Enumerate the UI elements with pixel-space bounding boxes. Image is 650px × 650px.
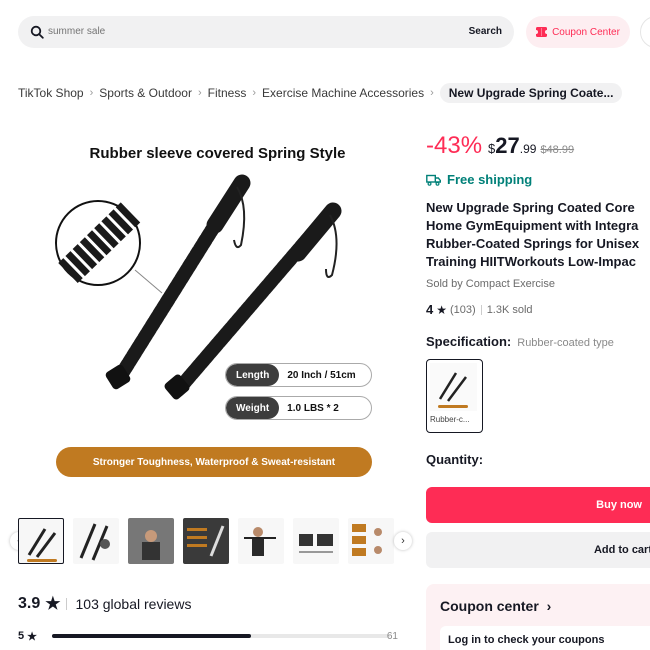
product-illustration — [55, 174, 342, 400]
truck-icon — [426, 174, 441, 186]
product-rating-row[interactable]: 4 ★ (103) 1.3K sold — [426, 302, 533, 317]
chevron-right-icon: › — [430, 87, 434, 99]
image-banner: Stronger Toughness, Waterproof & Sweat-r… — [56, 447, 372, 477]
search-bar[interactable]: Search — [18, 16, 514, 48]
thumbnail[interactable] — [73, 518, 119, 564]
breadcrumb-tiktok-shop[interactable]: TikTok Shop — [18, 86, 84, 100]
specification-value: Rubber-coated type — [517, 337, 614, 349]
product-rating: 4 — [426, 302, 434, 317]
coupon-icon — [536, 27, 548, 37]
review-summary: 3.9 ★ 103 global reviews — [18, 594, 191, 614]
product-title-line: Home GymEquipment with Integra — [426, 218, 639, 233]
price-row: -43% $ 27 .99 $48.99 — [426, 132, 574, 160]
free-shipping: Free shipping — [426, 172, 532, 187]
variant-option[interactable]: Rubber-c... — [426, 359, 483, 433]
rating-bar-star-label: 5 — [18, 630, 25, 642]
variant-thumbnail — [430, 363, 477, 411]
spec-weight: Weight 1.0 LBS * 2 — [225, 396, 372, 420]
divider — [65, 598, 67, 610]
breadcrumb-exercise-accessories[interactable]: Exercise Machine Accessories — [262, 86, 424, 100]
chevron-right-icon: › — [89, 87, 94, 99]
thumbnail[interactable] — [128, 518, 174, 564]
global-reviews-count: 103 global reviews — [75, 596, 192, 612]
coupon-panel-title: Coupon center — [440, 598, 539, 614]
spec-weight-value: 1.0 LBS * 2 — [287, 402, 339, 414]
product-title-line: Training HIITWorkouts Low-Impac — [426, 254, 636, 269]
specification-header: Specification: Rubber-coated type — [426, 334, 614, 349]
breadcrumb-sports-outdoor[interactable]: Sports & Outdoor — [99, 86, 192, 100]
average-rating: 3.9 — [18, 595, 41, 612]
rating-bar-track — [52, 634, 390, 638]
coupon-center-link[interactable]: Coupon center › — [440, 598, 551, 614]
breadcrumb-current: New Upgrade Spring Coate... — [439, 83, 623, 103]
star-icon: ★ — [27, 630, 37, 643]
chevron-right-icon: › — [197, 87, 202, 99]
breadcrumb: TikTok Shop › Sports & Outdoor › Fitness… — [18, 82, 623, 104]
coupon-panel: Coupon center › Log in to check your cou… — [426, 584, 650, 650]
breadcrumb-fitness[interactable]: Fitness — [208, 86, 247, 100]
specification-label: Specification: — [426, 334, 512, 349]
currency-symbol: $ — [488, 141, 496, 156]
product-title: New Upgrade Spring Coated Core Home GymE… — [426, 199, 650, 271]
review-count: (103) — [450, 303, 476, 316]
price-integer: 27 — [495, 133, 520, 158]
rating-bar-count: 61 — [386, 630, 398, 642]
search-icon — [30, 25, 44, 39]
star-icon: ★ — [45, 594, 61, 613]
thumbnail[interactable] — [348, 518, 394, 564]
coupon-center-label: Coupon Center — [552, 26, 620, 38]
divider — [480, 304, 482, 315]
thumbnail[interactable] — [18, 518, 64, 564]
coupon-login-prompt[interactable]: Log in to check your coupons — [440, 626, 650, 650]
product-main-image[interactable]: Rubber sleeve covered Spring Style Lengt… — [40, 135, 395, 490]
discount-badge: -43% — [426, 132, 483, 159]
spec-weight-key: Weight — [226, 397, 280, 419]
chevron-right-icon: › — [252, 87, 257, 99]
header-extra-button[interactable] — [640, 16, 650, 48]
seller-link[interactable]: Sold by Compact Exercise — [426, 278, 555, 290]
thumbnail[interactable] — [238, 518, 284, 564]
coupon-center-button[interactable]: Coupon Center — [526, 16, 630, 48]
original-price: $48.99 — [540, 144, 575, 156]
thumbnail[interactable] — [183, 518, 229, 564]
chevron-right-icon[interactable]: › — [394, 532, 412, 550]
product-title-line: New Upgrade Spring Coated Core — [426, 200, 635, 215]
spec-length-value: 20 Inch / 51cm — [287, 369, 356, 381]
add-to-cart-button[interactable]: Add to cart — [426, 532, 650, 568]
thumbnail[interactable] — [293, 518, 339, 564]
sold-count: 1.3K sold — [486, 303, 533, 316]
rating-bar-fill — [52, 634, 252, 638]
variant-label: Rubber-c... — [430, 415, 470, 424]
spec-length-key: Length — [226, 364, 280, 386]
search-input[interactable] — [48, 16, 448, 48]
price-decimal: .99 — [519, 142, 537, 156]
thumbnail-strip: ‹ › — [10, 516, 415, 568]
chevron-right-icon: › — [546, 598, 552, 614]
spec-length: Length 20 Inch / 51cm — [225, 363, 372, 387]
search-button[interactable]: Search — [469, 16, 502, 48]
quantity-label: Quantity: — [426, 452, 484, 467]
free-shipping-label: Free shipping — [447, 172, 533, 187]
buy-now-button[interactable]: Buy now — [426, 487, 650, 523]
star-icon: ★ — [436, 302, 447, 317]
product-title-line: Rubber-Coated Springs for Unisex — [426, 236, 640, 251]
rating-bar-row: 5 ★ 61 — [18, 628, 398, 644]
